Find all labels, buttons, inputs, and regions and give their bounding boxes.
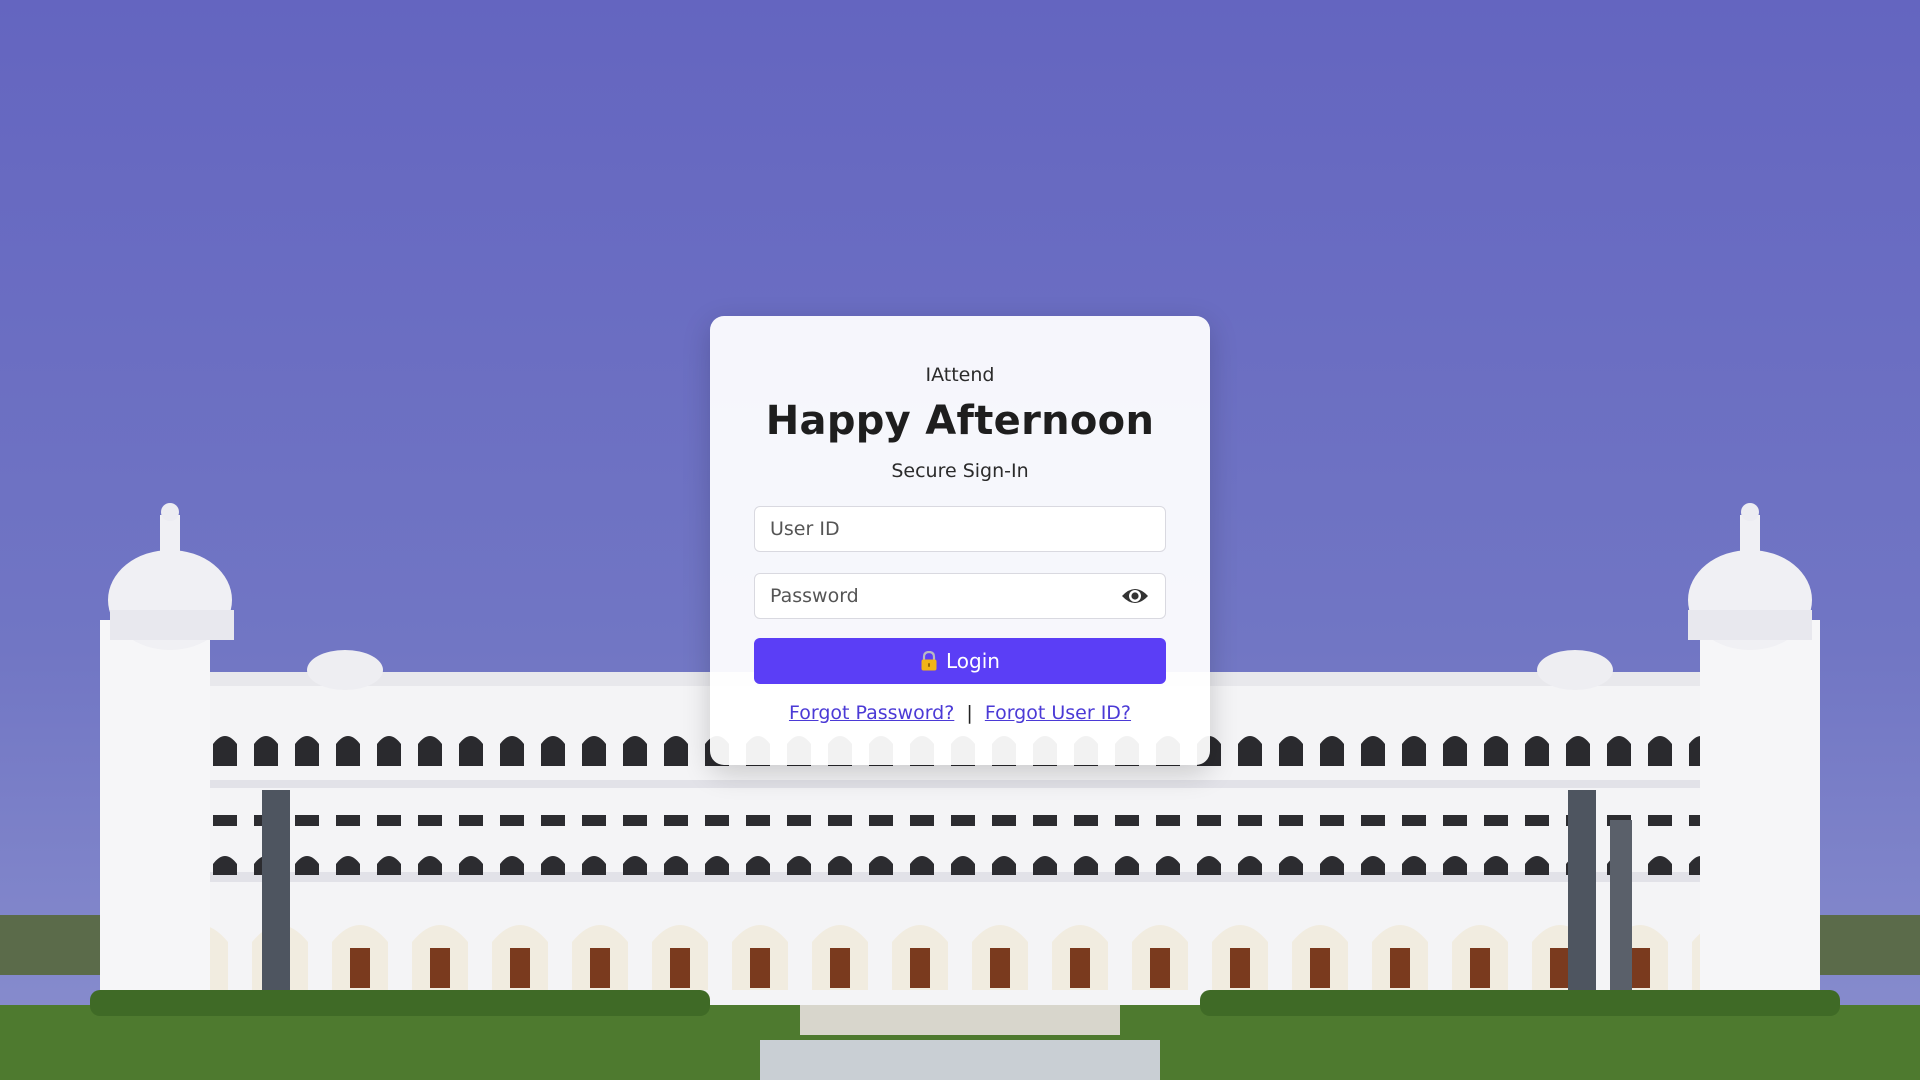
lock-icon xyxy=(921,651,937,671)
login-button[interactable]: Login xyxy=(754,638,1166,684)
eye-icon[interactable] xyxy=(1121,586,1149,606)
app-name: IAttend xyxy=(925,364,995,386)
secure-sign-in-subtitle: Secure Sign-In xyxy=(891,460,1029,482)
login-card: IAttend Happy Afternoon Secure Sign-In L… xyxy=(710,316,1210,765)
forgot-password-link[interactable]: Forgot Password? xyxy=(789,702,954,724)
user-id-input[interactable] xyxy=(755,507,1165,551)
link-separator: | xyxy=(966,702,973,724)
password-input[interactable] xyxy=(755,574,1165,618)
recovery-links: Forgot Password? | Forgot User ID? xyxy=(754,702,1166,724)
login-button-label: Login xyxy=(946,649,1000,673)
user-id-field xyxy=(754,506,1166,552)
forgot-user-id-link[interactable]: Forgot User ID? xyxy=(985,702,1131,724)
password-field xyxy=(754,573,1166,619)
greeting-title: Happy Afternoon xyxy=(765,398,1155,444)
